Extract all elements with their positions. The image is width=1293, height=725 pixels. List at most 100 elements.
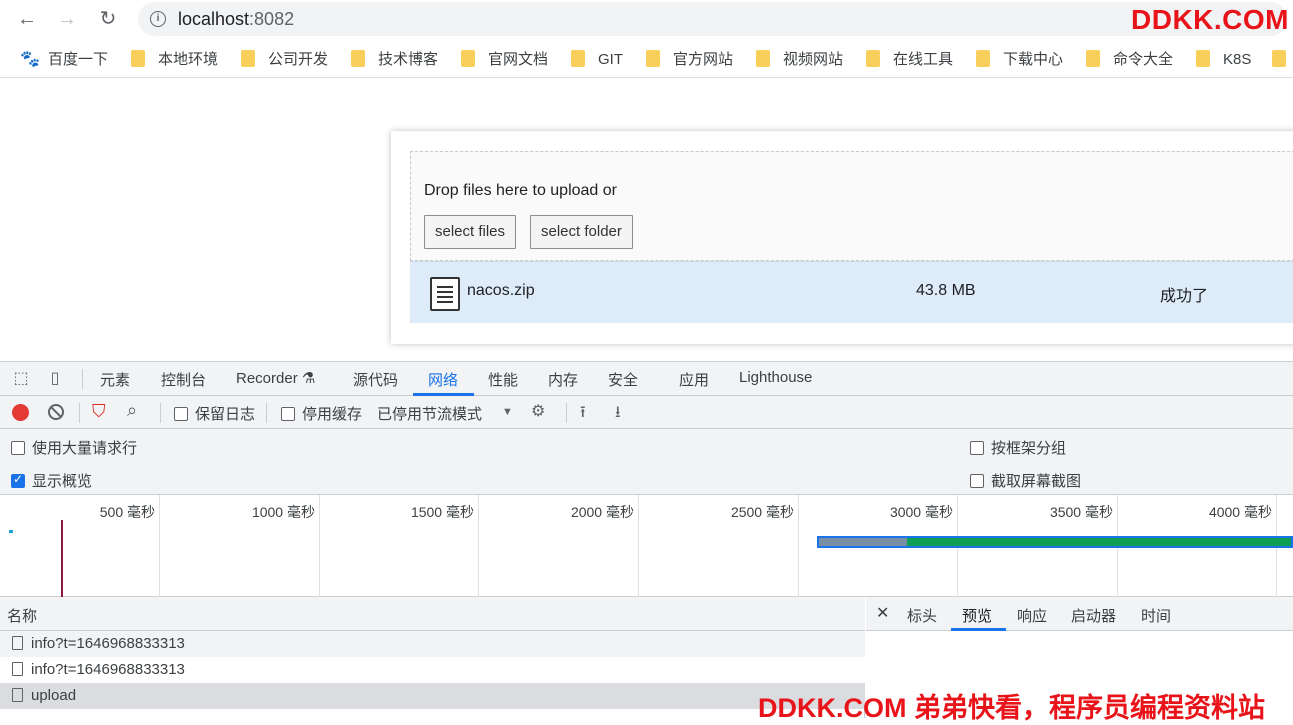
close-icon[interactable]: ✕ [876, 603, 889, 623]
network-conditions-icon[interactable]: ⚙ [531, 401, 545, 421]
show-overview-checkbox[interactable]: 显示概览 [11, 470, 92, 491]
tab-lighthouse[interactable]: Lighthouse [739, 369, 812, 386]
disable-cache-checkbox[interactable]: 停用缓存 [281, 403, 362, 424]
bookmark-item[interactable]: 下载中心 [976, 50, 1063, 70]
folder-icon [1196, 50, 1210, 67]
network-toolbar: ⛉ ⌕ 保留日志 停用缓存 已停用节流模式 ▼ ⚙ ⭱ ⭳ [0, 396, 1293, 429]
filter-icon[interactable]: ⛉ [92, 401, 106, 422]
brand-watermark-top: DDKK.COM [1131, 4, 1289, 35]
upload-request-bar [817, 536, 1293, 548]
search-icon[interactable]: ⌕ [127, 400, 137, 421]
tab-sources[interactable]: 源代码 [353, 369, 398, 390]
drop-zone[interactable]: Drop files here to upload or select file… [410, 151, 1293, 261]
bookmark-item[interactable]: K8S [1196, 50, 1251, 70]
paw-icon: 🐾 [20, 51, 40, 68]
bookmark-item[interactable]: 公司开发 [241, 50, 328, 70]
select-files-button[interactable]: select files [424, 215, 517, 249]
bookmark-item[interactable]: 本地环境 [131, 50, 218, 70]
checkbox-icon [11, 441, 25, 455]
checkbox-icon [174, 407, 188, 421]
uploader-card: Drop files here to upload or select file… [391, 131, 1293, 344]
tab-initiator[interactable]: 启动器 [1071, 605, 1116, 626]
address-url[interactable]: localhost:8082 [178, 9, 294, 30]
site-info-icon[interactable]: i [150, 11, 166, 27]
forward-arrow-icon[interactable]: → [54, 6, 80, 32]
import-har-icon[interactable]: ⭱ [580, 401, 586, 428]
throttling-select[interactable]: 已停用节流模式 [377, 403, 482, 424]
tab-network[interactable]: 网络 [428, 369, 458, 390]
address-bar[interactable]: i localhost:8082 [138, 2, 1288, 36]
record-icon[interactable] [12, 404, 29, 421]
timeline-tick-label: 3500 毫秒 [1049, 504, 1113, 520]
document-icon [430, 277, 460, 311]
folder-icon [866, 50, 880, 67]
tab-memory[interactable]: 内存 [548, 369, 578, 390]
select-folder-button[interactable]: select folder [530, 215, 633, 249]
reload-icon[interactable]: ↻ [95, 6, 121, 32]
inspect-element-icon[interactable]: ⬚ [8, 366, 34, 392]
bookmark-item[interactable]: GIT [571, 50, 623, 70]
tab-response[interactable]: 响应 [1017, 605, 1047, 626]
tab-security[interactable]: 安全 [608, 369, 638, 390]
tab-elements[interactable]: 元素 [100, 369, 130, 390]
back-arrow-icon[interactable]: ← [14, 6, 40, 32]
table-row-selected[interactable]: upload [0, 683, 865, 709]
checkbox-icon [970, 474, 984, 488]
folder-icon [131, 50, 145, 67]
tab-application[interactable]: 应用 [679, 369, 709, 390]
table-row[interactable]: info?t=1646968833313 [0, 631, 865, 657]
network-options: 使用大量请求行 按框架分组 显示概览 截取屏幕截图 [0, 429, 1293, 495]
bookmark-item[interactable]: 在线工具 [866, 50, 953, 70]
bookmark-item[interactable]: 官方网站 [646, 50, 733, 70]
tab-console[interactable]: 控制台 [161, 369, 206, 390]
checkbox-checked-icon [11, 472, 25, 488]
file-size: 43.8 MB [916, 282, 976, 299]
device-toolbar-icon[interactable]: ▯ [42, 366, 68, 392]
folder-icon [976, 50, 990, 67]
brand-watermark-bottom: DDKK.COM 弟弟快看，程序员编程资料站 [758, 693, 1265, 723]
checkbox-icon [281, 407, 295, 421]
network-overview-timeline[interactable]: 500 毫秒 1000 毫秒 1500 毫秒 2000 毫秒 2500 毫秒 3… [0, 495, 1293, 597]
tab-headers[interactable]: 标头 [907, 605, 937, 626]
table-row[interactable]: info?t=1646968833313 [0, 657, 865, 683]
export-har-icon[interactable]: ⭳ [615, 401, 621, 428]
timeline-tick-label: 2500 毫秒 [730, 504, 794, 520]
folder-icon [1272, 50, 1286, 67]
folder-icon [756, 50, 770, 67]
timeline-tick-label: 2000 毫秒 [570, 504, 634, 520]
folder-icon [646, 50, 660, 67]
bookmark-baidu[interactable]: 🐾 百度一下 [20, 50, 108, 70]
devtools-panel: ⬚ ▯ 元素 控制台 Recorder ⚗ 源代码 网络 性能 内存 安全 应用… [0, 361, 1293, 718]
column-header-name[interactable]: 名称 [0, 597, 865, 631]
devtools-tabs: ⬚ ▯ 元素 控制台 Recorder ⚗ 源代码 网络 性能 内存 安全 应用… [0, 362, 1293, 396]
timeline-tick-label: 500 毫秒 [99, 504, 155, 520]
bookmark-item[interactable]: 命令大全 [1086, 50, 1173, 70]
timeline-tick-label: 1000 毫秒 [251, 504, 315, 520]
bookmark-item[interactable]: 官网文档 [461, 50, 548, 70]
bookmark-item[interactable] [1272, 50, 1293, 70]
bookmark-item[interactable]: 技术博客 [351, 50, 438, 70]
load-event-line [61, 520, 63, 597]
timeline-tick-label: 1500 毫秒 [410, 504, 474, 520]
clear-icon[interactable] [48, 404, 64, 420]
bookmarks-bar: 🐾 百度一下 本地环境 公司开发 技术博客 官网文档 GIT 官方网站 视频网站 … [0, 42, 1293, 78]
file-name: nacos.zip [467, 282, 535, 299]
large-rows-checkbox[interactable]: 使用大量请求行 [11, 437, 137, 458]
preserve-log-checkbox[interactable]: 保留日志 [174, 403, 255, 424]
tab-recorder[interactable]: Recorder ⚗ [236, 369, 315, 387]
capture-screenshots-checkbox[interactable]: 截取屏幕截图 [970, 470, 1081, 491]
folder-icon [351, 50, 365, 67]
file-icon [12, 688, 23, 702]
folder-icon [1086, 50, 1100, 67]
tab-preview[interactable]: 预览 [962, 605, 992, 626]
timeline-request-mark [9, 530, 13, 533]
tab-timing[interactable]: 时间 [1141, 605, 1171, 626]
bookmark-item[interactable]: 视频网站 [756, 50, 843, 70]
folder-icon [241, 50, 255, 67]
checkbox-icon [970, 441, 984, 455]
file-icon [12, 662, 23, 676]
chevron-down-icon[interactable]: ▼ [502, 406, 513, 418]
tab-performance[interactable]: 性能 [488, 369, 518, 390]
timeline-tick-label: 3000 毫秒 [889, 504, 953, 520]
group-by-frame-checkbox[interactable]: 按框架分组 [970, 437, 1066, 458]
